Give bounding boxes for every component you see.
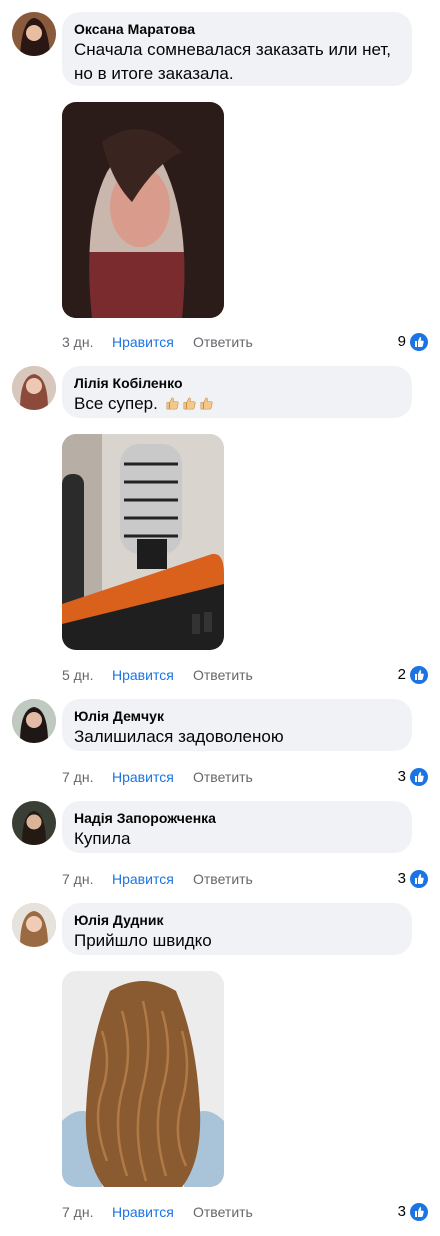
- avatar[interactable]: [12, 12, 56, 56]
- comment-photo[interactable]: [62, 971, 224, 1187]
- comment-text: Прийшло швидко: [74, 931, 212, 950]
- comment-author[interactable]: Лілія Кобіленко: [74, 374, 400, 392]
- comment-photo[interactable]: [62, 102, 224, 318]
- comment-text: Залишилася задоволеною: [74, 727, 284, 746]
- comment-photo[interactable]: [62, 434, 224, 650]
- like-reaction-icon[interactable]: [410, 333, 428, 351]
- thumbs-up-icon: [182, 394, 197, 410]
- avatar[interactable]: [12, 801, 56, 845]
- avatar[interactable]: [12, 903, 56, 947]
- reply-button[interactable]: Ответить: [193, 767, 253, 787]
- reply-button[interactable]: Ответить: [193, 665, 253, 685]
- comment-time[interactable]: 5 дн.: [62, 665, 93, 685]
- comment-text: Все супер.: [74, 392, 400, 416]
- like-button[interactable]: Нравится: [112, 665, 174, 685]
- like-reaction-icon[interactable]: [410, 768, 428, 786]
- reply-button[interactable]: Ответить: [193, 869, 253, 889]
- comment-bubble: Юлія Демчук Залишилася задоволеною: [62, 699, 412, 751]
- comment-meta: 5 дн. Нравится Ответить 2: [62, 665, 428, 685]
- comment-text: Купила: [74, 829, 131, 848]
- comment-author[interactable]: Надія Запорожченка: [74, 809, 400, 827]
- comment-meta: 7 дн. Нравится Ответить 3: [62, 767, 428, 787]
- reply-button[interactable]: Ответить: [193, 332, 253, 352]
- comment-bubble: Юлія Дудник Прийшло швидко: [62, 903, 412, 955]
- reaction-count[interactable]: 2: [398, 665, 406, 685]
- avatar[interactable]: [12, 699, 56, 743]
- avatar[interactable]: [12, 366, 56, 410]
- comment-time[interactable]: 7 дн.: [62, 869, 93, 889]
- comment-bubble: Надія Запорожченка Купила: [62, 801, 412, 853]
- comment-text: Сначала сомневалася заказать или нет, но…: [74, 40, 396, 83]
- comment-meta: 3 дн. Нравится Ответить 9: [62, 332, 428, 352]
- comment-bubble: Лілія Кобіленко Все супер.: [62, 366, 412, 418]
- comment-time[interactable]: 3 дн.: [62, 332, 93, 352]
- comment-author[interactable]: Юлія Дудник: [74, 911, 400, 929]
- reaction-count[interactable]: 3: [398, 869, 406, 889]
- comment-bubble: Оксана Маратова Сначала сомневалася зака…: [62, 12, 412, 86]
- comment-meta: 7 дн. Нравится Ответить 3: [62, 1202, 428, 1222]
- like-button[interactable]: Нравится: [112, 332, 174, 352]
- like-reaction-icon[interactable]: [410, 870, 428, 888]
- thumbs-up-icon: [199, 394, 214, 410]
- like-reaction-icon[interactable]: [410, 1203, 428, 1221]
- reaction-count[interactable]: 3: [398, 1202, 406, 1222]
- like-button[interactable]: Нравится: [112, 767, 174, 787]
- reaction-count[interactable]: 9: [398, 332, 406, 352]
- comment-time[interactable]: 7 дн.: [62, 1202, 93, 1222]
- like-button[interactable]: Нравится: [112, 1202, 174, 1222]
- comment-author[interactable]: Оксана Маратова: [74, 20, 400, 38]
- thumbs-up-icon: [165, 394, 180, 410]
- like-reaction-icon[interactable]: [410, 666, 428, 684]
- comment-text-body: Все супер.: [74, 394, 158, 413]
- like-button[interactable]: Нравится: [112, 869, 174, 889]
- reply-button[interactable]: Ответить: [193, 1202, 253, 1222]
- comment-time[interactable]: 7 дн.: [62, 767, 93, 787]
- reaction-count[interactable]: 3: [398, 767, 406, 787]
- comment-meta: 7 дн. Нравится Ответить 3: [62, 869, 428, 889]
- comment-author[interactable]: Юлія Демчук: [74, 707, 400, 725]
